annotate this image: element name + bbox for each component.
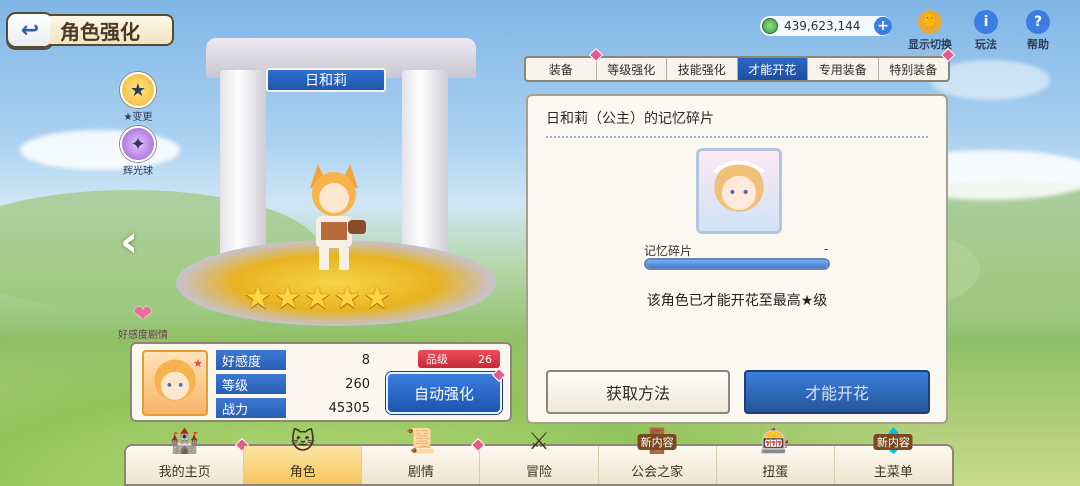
tab-equipment[interactable]: 装备 [526,47,603,80]
memory-title: 日和莉（公主）的记忆碎片 [546,111,714,127]
star-change-button[interactable]: ★ ★变更 [120,72,156,123]
scroll-icon: 📜 [405,427,436,455]
nav-story[interactable]: 📜 剧情 [362,427,486,484]
star-icon: ★ [303,280,332,316]
acquire-method-button[interactable]: 获取方法 [546,370,730,414]
star-icon: ★ [273,280,302,316]
back-button[interactable]: ↩ [6,12,54,48]
talent-bloom-button[interactable]: 才能开花 [744,370,930,414]
tab-level-up[interactable]: 等级强化 [597,58,667,80]
sword-icon: ⚔ [528,427,550,455]
notice-badge [491,367,507,383]
page-title: 角色强化 [50,14,174,46]
orb-icon: ✦ [120,126,156,162]
heart-icon: ❤ [133,302,153,327]
memory-fragment-panel: 日和莉（公主）的记忆碎片 记忆碎片 - 该角色已才能开花至最高★级 获取方法 才… [526,94,948,424]
character-face-icon: ★ [154,357,203,401]
fragment-progress-fill [646,260,828,268]
character-icon: 🐱 [290,427,316,455]
tab-talent-bloom[interactable]: 才能开花 [737,58,808,80]
stone-pillar [402,70,448,270]
nav-guild-house[interactable]: 🚪 新内容 公会之家 [599,427,717,484]
character-name-plate: 日和莉 [266,68,386,92]
gacha-icon: 🎰 [760,427,791,455]
star-rating: ★ ★ ★ ★ ★ [244,283,391,314]
enhance-tabs: 装备 等级强化 技能强化 才能开花 专用装备 特别装备 [524,47,956,82]
nav-main-menu[interactable]: 💠 新内容 主菜单 [835,427,952,484]
nav-adventure[interactable]: ⚔ 冒险 [480,427,599,484]
svg-text:★: ★ [193,357,203,370]
gameplay-button[interactable]: i 玩法 [974,10,998,52]
stat-affection: 好感度 8 [216,350,372,370]
star-icon: ★ [244,280,272,316]
nav-gacha[interactable]: 🎰 扭蛋 [717,427,835,484]
star-icon: ★ [333,280,362,316]
character-portrait[interactable]: ★ [142,350,208,416]
star-icon: ★ [363,280,391,316]
affinity-story-button[interactable]: ❤ 好感度剧情 [118,302,168,342]
tab-unique-equipment[interactable]: 专用装备 [808,58,879,80]
fragment-count: - [824,242,829,256]
max-star-note: 该角色已才能开花至最高★级 [646,293,828,309]
nav-my-page[interactable]: 🏰 我的主页 [126,427,250,484]
divider [546,136,928,138]
stat-power: 战力 45305 [216,398,372,418]
back-arrow-icon: ↩ [20,17,40,43]
display-switch-button[interactable]: 🐥 显示切换 [908,10,952,52]
glow-orb-button[interactable]: ✦ 辉光球 [120,126,156,177]
nav-character[interactable]: 🐱 角色 [244,427,363,484]
castle-icon: 🏰 [169,427,200,455]
stone-pillar [220,70,266,270]
question-icon: ? [1026,10,1050,34]
tab-special-equipment[interactable]: 特别装备 [879,47,956,80]
auto-enhance-button[interactable]: 自动强化 [386,367,507,414]
prev-character-arrow-icon[interactable]: ‹ [120,216,138,267]
mana-coin-icon [762,18,778,34]
bottom-nav: 🏰 我的主页 🐱 角色 📜 剧情 ⚔ 冒险 🚪 新内容 公会之家 🎰 扭蛋 💠 … [124,427,954,486]
new-content-tag: 新内容 [637,434,677,450]
princess-face-icon [713,160,765,212]
help-button[interactable]: ? 帮助 [1026,10,1050,52]
memory-fragment-icon[interactable] [696,148,782,234]
currency-amount: 439,623,144 [784,19,861,33]
stat-level: 等级 260 [216,374,372,394]
fragment-label: 记忆碎片 [644,244,693,258]
new-content-tag: 新内容 [873,434,913,450]
tab-skill-up[interactable]: 技能强化 [667,58,738,80]
add-currency-button[interactable]: + [874,17,892,35]
info-icon: i [974,10,998,34]
character-stats-panel: ★ 好感度 8 等级 260 战力 45305 品级 26 自动强化 [130,342,512,422]
fragment-progress-bar [644,258,830,270]
currency-bar: 439,623,144 + [760,16,892,36]
star-icon: ★ [120,72,156,108]
character-sprite[interactable] [288,160,378,275]
chick-icon: 🐥 [918,10,942,34]
rank-badge: 品级 26 [418,350,500,368]
